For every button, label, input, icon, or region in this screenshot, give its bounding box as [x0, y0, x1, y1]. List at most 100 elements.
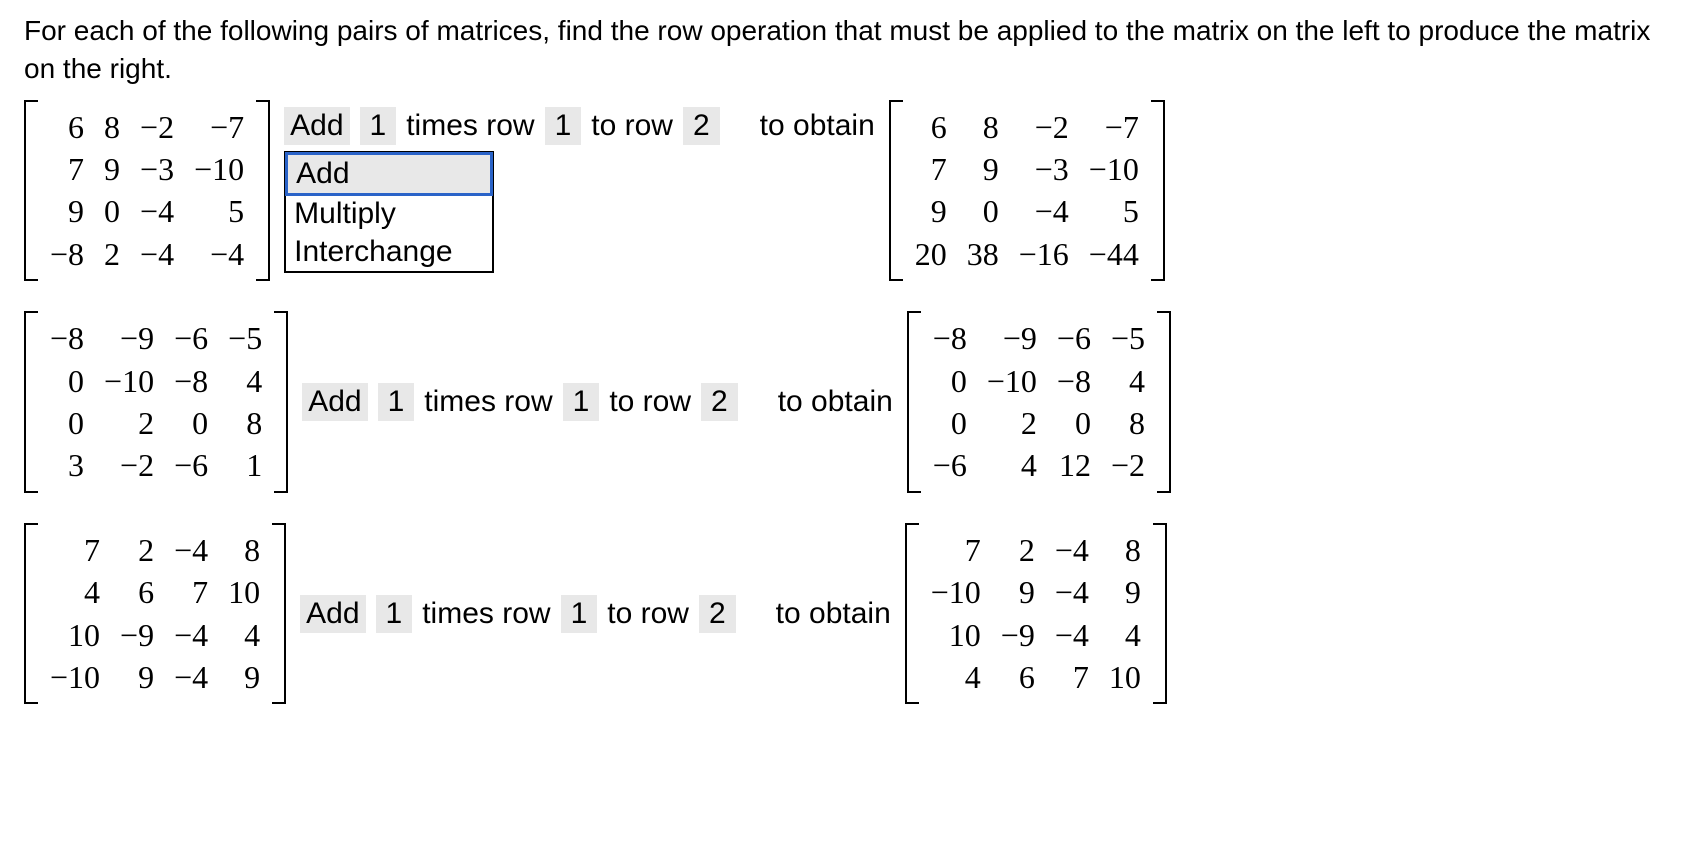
matrix-table: −8−9−6−50−10−8402083−2−61	[40, 317, 272, 487]
scalar-input[interactable]: 1	[378, 383, 415, 421]
matrix-row: 2038−16−44	[905, 233, 1149, 275]
matrix-row: 68−2−7	[905, 106, 1149, 148]
row-a-input[interactable]: 1	[561, 595, 598, 633]
matrix-row: −6412−2	[923, 444, 1155, 486]
operation-verb-select[interactable]: Add	[302, 383, 367, 421]
matrix-left: −8−9−6−50−10−8402083−2−61	[24, 311, 288, 493]
matrix-row: 0−10−84	[40, 360, 272, 402]
matrix-cell: −4	[1045, 529, 1099, 571]
matrix-cell: −9	[110, 614, 164, 656]
matrix-cell: 0	[40, 360, 94, 402]
bracket-right	[274, 311, 288, 493]
label-to-row: to row	[607, 597, 689, 631]
matrix-row: −109−49	[40, 656, 270, 698]
matrix-row: 90−45	[40, 190, 254, 232]
matrix-cell: 10	[40, 614, 110, 656]
operation-block: Add1times row1to row2to obtain	[302, 383, 893, 421]
matrix-cell: −2	[1101, 444, 1155, 486]
row-b-input[interactable]: 2	[701, 383, 738, 421]
matrix-row: −8−9−6−5	[40, 317, 272, 359]
matrix-cell: 0	[40, 402, 94, 444]
bracket-right	[272, 523, 286, 705]
matrix-cell: −6	[164, 317, 218, 359]
matrix-cell: −5	[1101, 317, 1155, 359]
matrix-cell: 9	[218, 656, 270, 698]
matrix-cell: 7	[905, 148, 957, 190]
scalar-input[interactable]: 1	[376, 595, 413, 633]
matrix-cell: −4	[130, 190, 184, 232]
matrix-table: 68−2−779−3−1090−45−82−4−4	[40, 106, 254, 276]
matrix-cell: 7	[164, 571, 218, 613]
matrix-cell: −4	[164, 656, 218, 698]
matrix-cell: 7	[40, 529, 110, 571]
matrix-cell: 6	[40, 106, 94, 148]
row-b-input[interactable]: 2	[683, 107, 720, 145]
matrix-cell: 8	[1099, 529, 1151, 571]
matrix-cell: −4	[1009, 190, 1079, 232]
matrix-cell: 9	[905, 190, 957, 232]
matrix-cell: −8	[1047, 360, 1101, 402]
bracket-left	[907, 311, 921, 493]
label-to-obtain: to obtain	[778, 385, 893, 419]
matrix-cell: 2	[94, 233, 130, 275]
matrix-cell: −4	[1045, 571, 1099, 613]
matrix-cell: −4	[164, 529, 218, 571]
matrix-row: 79−3−10	[40, 148, 254, 190]
matrix-cell: −9	[991, 614, 1045, 656]
matrix-row: 10−9−44	[40, 614, 270, 656]
label-to-obtain: to obtain	[776, 597, 891, 631]
matrix-cell: 12	[1047, 444, 1101, 486]
matrix-cell: −6	[923, 444, 977, 486]
matrix-cell: −2	[130, 106, 184, 148]
operation-verb-select[interactable]: Add	[284, 107, 349, 145]
matrix-row: 68−2−7	[40, 106, 254, 148]
matrix-cell: 8	[957, 106, 1009, 148]
matrix-row: 0−10−84	[923, 360, 1155, 402]
dropdown-option[interactable]: Interchange	[286, 233, 492, 271]
matrix-cell: 2	[977, 402, 1047, 444]
matrix-row: 10−9−44	[921, 614, 1151, 656]
problem-row: 68−2−779−3−1090−45−82−4−4Add1times row1t…	[24, 100, 1666, 282]
row-a-input[interactable]: 1	[563, 383, 600, 421]
matrix-cell: 0	[923, 402, 977, 444]
matrix-cell: 4	[1101, 360, 1155, 402]
matrix-cell: −16	[1009, 233, 1079, 275]
label-to-row: to row	[609, 385, 691, 419]
operation-verb-select[interactable]: Add	[300, 595, 365, 633]
matrix-cell: 6	[905, 106, 957, 148]
matrix-cell: −6	[1047, 317, 1101, 359]
operation-line: Add1times row1to row2to obtain	[300, 595, 891, 633]
dropdown-option[interactable]: Multiply	[286, 195, 492, 233]
matrix-cell: −10	[921, 571, 991, 613]
matrix-row: −82−4−4	[40, 233, 254, 275]
matrix-cell: −9	[977, 317, 1047, 359]
matrix-cell: 10	[1099, 656, 1151, 698]
matrix-cell: 5	[184, 190, 254, 232]
matrix-cell: −4	[164, 614, 218, 656]
matrix-cell: −2	[1009, 106, 1079, 148]
matrix-cell: 0	[94, 190, 130, 232]
dropdown-option[interactable]: Add	[285, 152, 493, 196]
scalar-input[interactable]: 1	[360, 107, 397, 145]
matrix-cell: −6	[164, 444, 218, 486]
matrix-cell: −44	[1079, 233, 1149, 275]
matrix-cell: 9	[957, 148, 1009, 190]
matrix-cell: 1	[218, 444, 272, 486]
matrix-cell: 4	[218, 614, 270, 656]
matrix-left: 72−484671010−9−44−109−49	[24, 523, 286, 705]
matrix-cell: 4	[921, 656, 991, 698]
matrix-cell: 9	[991, 571, 1045, 613]
bracket-right	[1151, 100, 1165, 282]
matrix-right: −8−9−6−50−10−840208−6412−2	[907, 311, 1171, 493]
matrix-cell: −8	[164, 360, 218, 402]
matrix-row: 3−2−61	[40, 444, 272, 486]
bracket-left	[889, 100, 903, 282]
matrix-cell: −7	[1079, 106, 1149, 148]
row-b-input[interactable]: 2	[699, 595, 736, 633]
dropdown-panel[interactable]: AddMultiplyInterchange	[284, 151, 494, 273]
matrix-cell: 9	[110, 656, 164, 698]
bracket-left	[905, 523, 919, 705]
operation-line: Add1times row1to row2to obtain	[302, 383, 893, 421]
bracket-left	[24, 100, 38, 282]
row-a-input[interactable]: 1	[545, 107, 582, 145]
